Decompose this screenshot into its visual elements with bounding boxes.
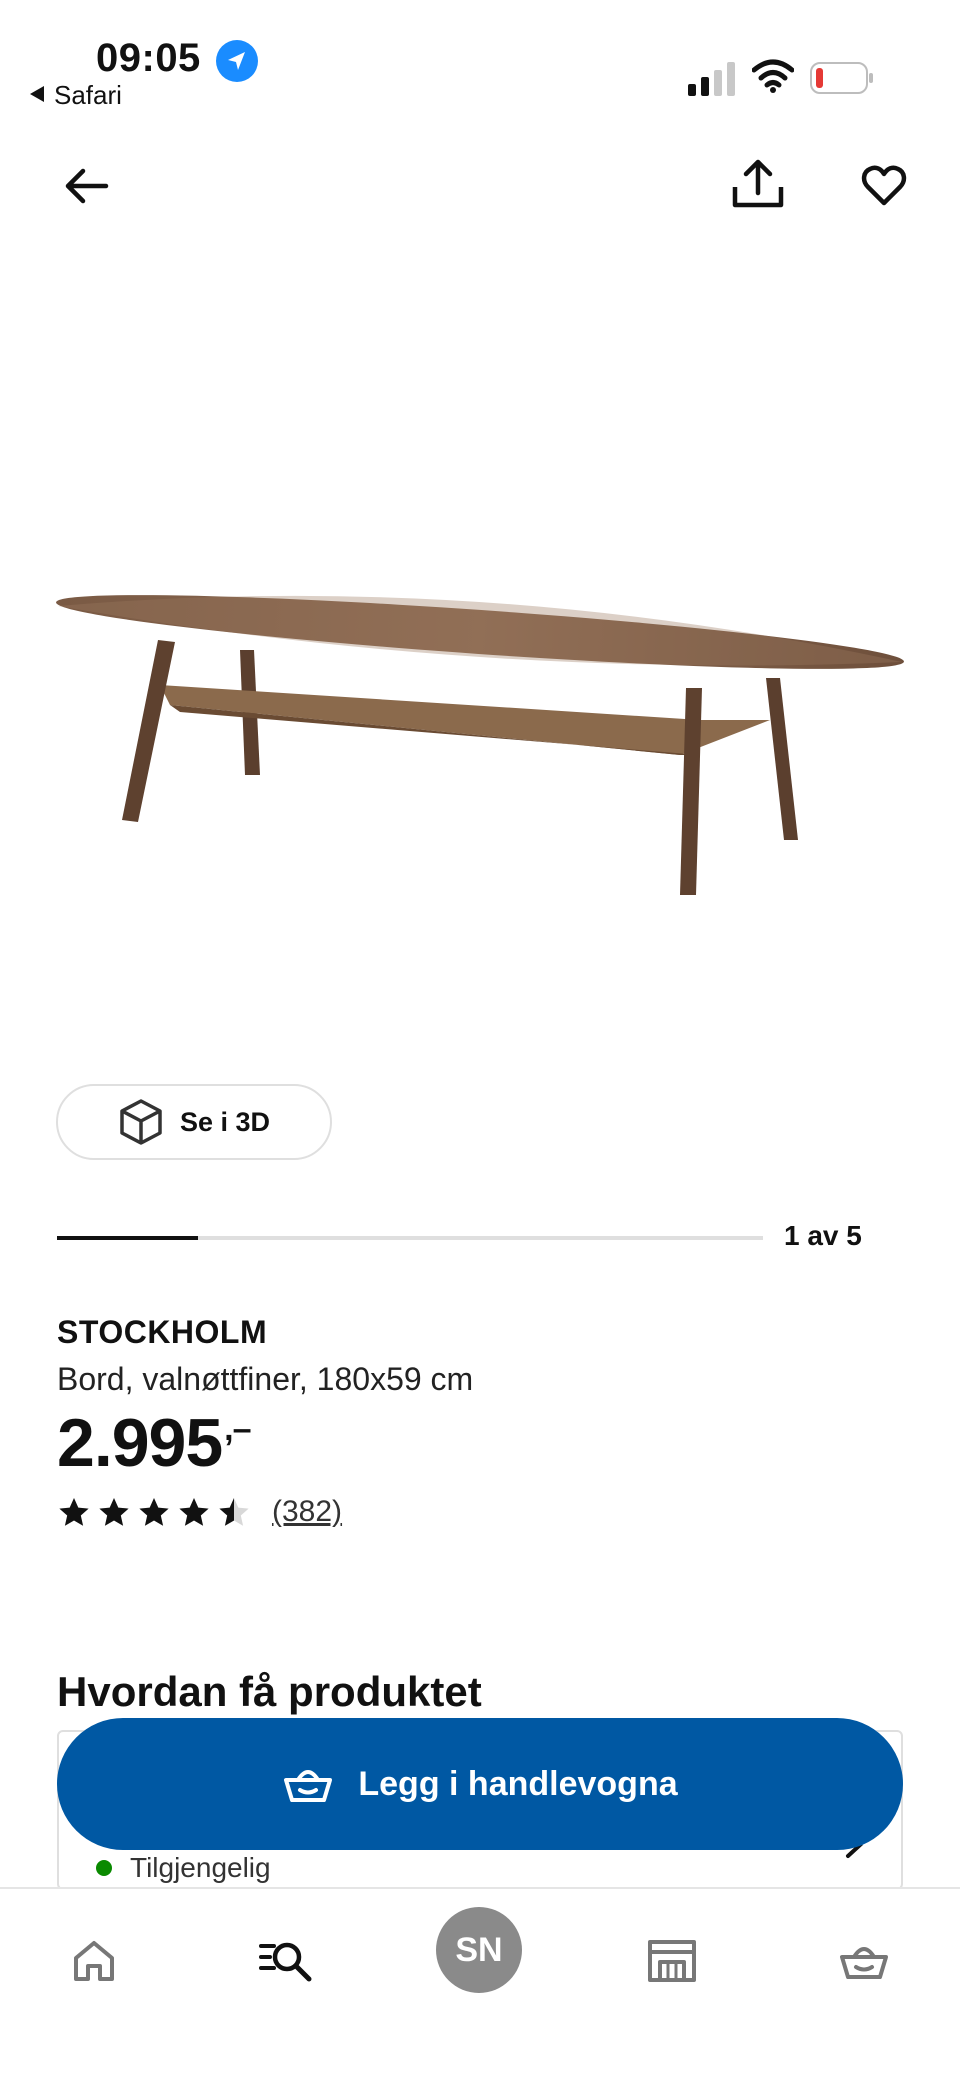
availability-row: Tilgjengelig bbox=[96, 1852, 271, 1884]
star-icon bbox=[179, 1498, 209, 1526]
nav-home[interactable] bbox=[54, 1921, 134, 2001]
gallery-progress-fill bbox=[57, 1236, 199, 1240]
gallery-progress bbox=[57, 1236, 763, 1240]
rating-stars[interactable] bbox=[57, 1496, 251, 1528]
nav-stores[interactable] bbox=[632, 1921, 712, 2001]
favourite-button[interactable] bbox=[852, 154, 916, 218]
star-icon bbox=[99, 1498, 129, 1526]
gallery-position-label: 1 av 5 bbox=[784, 1220, 862, 1251]
star-icon bbox=[139, 1498, 169, 1526]
view-3d-label: Se i 3D bbox=[179, 1106, 271, 1137]
nav-cart[interactable] bbox=[824, 1921, 904, 2001]
nav-search[interactable] bbox=[246, 1921, 326, 2001]
add-to-cart-button[interactable]: Legg i handlevogna bbox=[57, 1718, 903, 1850]
wifi-icon bbox=[752, 59, 794, 93]
share-icon bbox=[732, 159, 784, 208]
status-time: 09:05 bbox=[96, 36, 201, 80]
battery-icon bbox=[810, 62, 873, 94]
cart-icon bbox=[840, 1947, 888, 1979]
availability-text: Tilgjengelig bbox=[130, 1852, 271, 1883]
back-button[interactable] bbox=[54, 154, 118, 218]
view-3d-button[interactable]: Se i 3D bbox=[56, 1084, 332, 1160]
home-icon bbox=[74, 1941, 114, 1981]
store-icon bbox=[648, 1940, 696, 1982]
profile-avatar[interactable]: SN bbox=[436, 1907, 522, 1993]
star-icon bbox=[219, 1498, 249, 1526]
share-button[interactable] bbox=[726, 152, 790, 216]
availability-dot bbox=[96, 1860, 112, 1876]
search-icon bbox=[259, 1942, 312, 1982]
basket-icon bbox=[284, 1770, 333, 1802]
star-icon bbox=[59, 1498, 89, 1526]
bottom-navigation: SN bbox=[0, 1887, 960, 2089]
price-suffix: ,– bbox=[224, 1410, 251, 1448]
product-description: Bord, valnøttfiner, 180x59 cm bbox=[57, 1361, 474, 1397]
back-to-safari[interactable]: Safari bbox=[30, 80, 122, 111]
back-triangle-icon bbox=[30, 86, 44, 102]
add-to-cart-label: Legg i handlevogna bbox=[358, 1764, 678, 1803]
back-app-label: Safari bbox=[54, 80, 122, 110]
back-arrow-icon bbox=[65, 168, 109, 204]
product-price: 2.995,– bbox=[57, 1404, 252, 1482]
heart-icon bbox=[861, 165, 907, 206]
location-arrow-icon bbox=[216, 40, 258, 82]
product-name: STOCKHOLM bbox=[57, 1314, 268, 1350]
signal-icon bbox=[688, 62, 735, 96]
cube-3d-icon bbox=[120, 1099, 162, 1145]
price-value: 2.995 bbox=[57, 1405, 223, 1481]
product-image[interactable] bbox=[40, 560, 920, 920]
delivery-section-title: Hvordan få produktet bbox=[57, 1668, 482, 1715]
review-count-link[interactable]: (382) bbox=[272, 1495, 342, 1529]
